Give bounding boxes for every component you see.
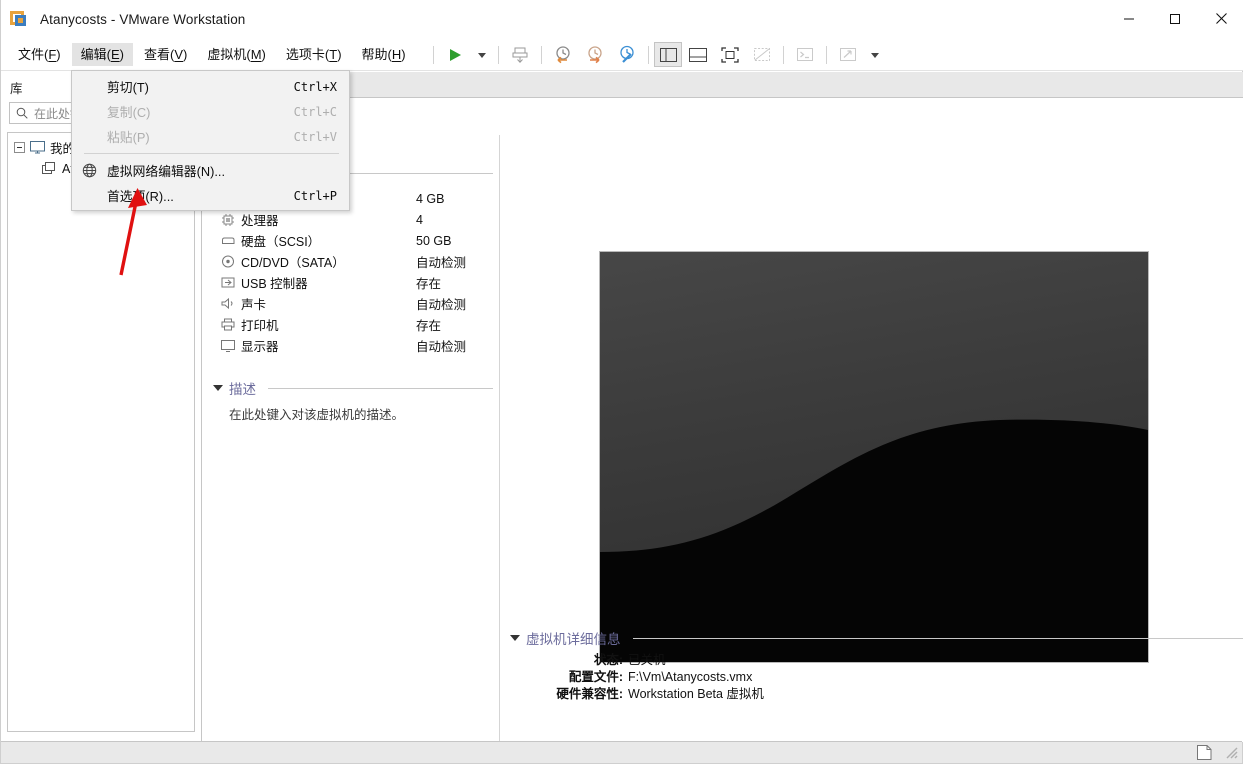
description-text[interactable]: 在此处键入对该虚拟机的描述。 xyxy=(203,398,499,423)
computer-icon xyxy=(30,141,45,154)
power-dropdown-icon[interactable] xyxy=(471,38,493,71)
details-section-title: 虚拟机详细信息 xyxy=(526,632,621,647)
window-title: Atanycosts - VMware Workstation xyxy=(40,11,246,27)
detail-value: F:\Vm\Atanycosts.vmx xyxy=(628,670,753,684)
device-row[interactable]: 处理器 4 xyxy=(221,209,499,230)
menu-view[interactable]: 查看(V) xyxy=(135,43,196,66)
stretch-dropdown-icon[interactable] xyxy=(864,38,886,71)
menu-tabs[interactable]: 选项卡(T) xyxy=(277,43,351,66)
close-button[interactable] xyxy=(1198,0,1243,37)
status-bar xyxy=(1,741,1242,763)
collapse-triangle-icon[interactable] xyxy=(213,385,223,391)
description-section-header[interactable]: 描述 xyxy=(203,378,499,398)
snapshot-revert-icon[interactable] xyxy=(547,38,579,71)
title-bar: Atanycosts - VMware Workstation xyxy=(1,0,1243,38)
menu-cut[interactable]: 剪切(T) Ctrl+X xyxy=(72,74,349,99)
device-name: 显示器 xyxy=(241,340,279,354)
device-value: 自动检测 xyxy=(416,256,467,270)
device-value: 自动检测 xyxy=(416,340,467,354)
device-list: 内存 4 GB 处理器 4 硬盘（SCSI） 50 GB xyxy=(203,188,499,356)
menu-bar: 文件(F) 编辑(E) 查看(V) 虚拟机(M) 选项卡(T) 帮助(H) xyxy=(1,38,1243,71)
usb-icon xyxy=(221,276,241,289)
device-name: 声卡 xyxy=(241,298,267,312)
globe-icon xyxy=(72,163,107,178)
document-icon[interactable] xyxy=(1196,744,1213,761)
device-value: 自动检测 xyxy=(416,298,467,312)
detail-row: 状态: 已关机 xyxy=(510,652,1243,669)
detail-row: 硬件兼容性: Workstation Beta 虚拟机 xyxy=(510,686,1243,703)
divider xyxy=(268,387,493,389)
main-content: Atanycosts ✕ Atanycosts 设备 内存 4 GB xyxy=(203,71,1243,745)
detail-label: 硬件兼容性: xyxy=(556,687,623,701)
cddvd-icon xyxy=(221,255,241,268)
show-library-icon[interactable] xyxy=(654,42,682,67)
device-name: 硬盘（SCSI） xyxy=(241,235,321,249)
page-title: Atanycosts xyxy=(203,98,1243,135)
minimize-button[interactable] xyxy=(1106,0,1152,37)
tree-expander-icon[interactable] xyxy=(14,142,25,153)
menu-paste: 粘贴(P) Ctrl+V xyxy=(107,129,337,146)
description-section-title: 描述 xyxy=(229,382,256,397)
vm-details-section: 虚拟机详细信息 状态: 已关机 配置文件: F:\Vm\Atanycosts.v… xyxy=(510,628,1243,703)
resize-grip-icon[interactable] xyxy=(1225,746,1239,760)
collapse-triangle-icon[interactable] xyxy=(510,635,520,641)
search-icon xyxy=(16,107,28,119)
device-value: 存在 xyxy=(416,277,442,291)
snapshot-go-icon[interactable] xyxy=(579,38,611,71)
detail-value: 已关机 xyxy=(628,653,666,667)
printer-icon xyxy=(221,318,241,331)
menu-copy: 复制(C) Ctrl+C xyxy=(107,104,337,121)
device-value: 50 GB xyxy=(416,233,452,248)
details-section-header[interactable]: 虚拟机详细信息 xyxy=(510,628,1243,648)
sound-icon xyxy=(221,297,241,310)
snapshot-manager-icon[interactable] xyxy=(611,38,643,71)
maximize-button[interactable] xyxy=(1152,0,1198,37)
device-value: 4 xyxy=(416,212,423,227)
tab-strip: Atanycosts ✕ xyxy=(203,71,1243,98)
display-icon xyxy=(221,339,241,352)
menu-help[interactable]: 帮助(H) xyxy=(353,43,415,66)
device-row[interactable]: 声卡 自动检测 xyxy=(221,293,499,314)
vmware-logo-icon xyxy=(10,9,30,29)
cpu-icon xyxy=(221,213,241,226)
unity-mode-icon[interactable] xyxy=(746,38,778,71)
menu-file[interactable]: 文件(F) xyxy=(9,43,70,66)
vmware-workstation-window: Atanycosts - VMware Workstation 文件(F) 编辑… xyxy=(0,0,1243,764)
vm-icon xyxy=(42,162,57,175)
vm-preview-pane: 虚拟机详细信息 状态: 已关机 配置文件: F:\Vm\Atanycosts.v… xyxy=(499,135,1243,745)
device-name: 打印机 xyxy=(241,319,279,333)
device-row[interactable]: 显示器 自动检测 xyxy=(221,335,499,356)
device-row[interactable]: 硬盘（SCSI） 50 GB xyxy=(221,230,499,251)
device-value: 存在 xyxy=(416,319,442,333)
detail-label: 状态: xyxy=(593,653,623,667)
window-controls xyxy=(1106,0,1243,37)
device-row[interactable]: 打印机 存在 xyxy=(221,314,499,335)
device-row[interactable]: CD/DVD（SATA） 自动检测 xyxy=(221,251,499,272)
menu-edit[interactable]: 编辑(E) xyxy=(71,42,133,66)
full-screen-icon[interactable] xyxy=(714,38,746,71)
menu-vm[interactable]: 虚拟机(M) xyxy=(198,43,275,66)
stretch-icon[interactable] xyxy=(832,38,864,71)
menu-separator xyxy=(84,153,339,154)
device-name: USB 控制器 xyxy=(241,277,308,291)
show-thumbnail-bar-icon[interactable] xyxy=(682,38,714,71)
device-name: CD/DVD（SATA） xyxy=(241,256,345,270)
device-row[interactable]: USB 控制器 存在 xyxy=(221,272,499,293)
device-value: 4 GB xyxy=(416,191,445,206)
toolbar xyxy=(433,38,886,71)
vm-thumbnail[interactable] xyxy=(599,251,1149,663)
power-on-icon[interactable] xyxy=(439,38,471,71)
detail-value: Workstation Beta 虚拟机 xyxy=(628,687,764,701)
harddisk-icon xyxy=(221,235,241,246)
divider xyxy=(632,637,1243,639)
console-icon[interactable] xyxy=(789,38,821,71)
snapshot-take-icon[interactable] xyxy=(504,38,536,71)
device-name: 处理器 xyxy=(241,214,279,228)
wallpaper-wave xyxy=(600,419,1148,662)
detail-row: 配置文件: F:\Vm\Atanycosts.vmx xyxy=(510,669,1243,686)
detail-label: 配置文件: xyxy=(568,670,623,684)
red-arrow-annotation xyxy=(119,188,147,276)
vm-settings-pane: 设备 内存 4 GB 处理器 4 xyxy=(203,135,499,745)
